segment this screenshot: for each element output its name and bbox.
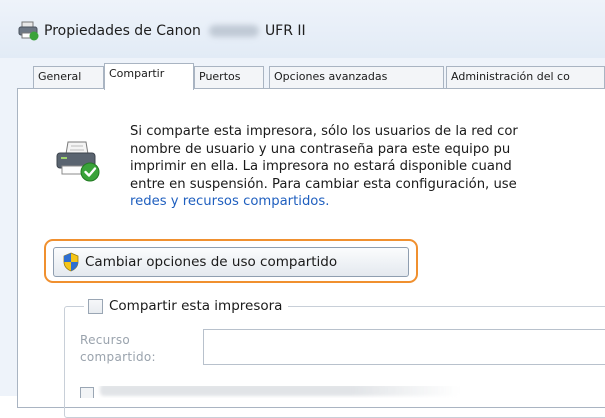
printer-share-icon [56,141,100,182]
window-title-suffix: UFR II [264,23,306,39]
render-print-jobs-row [78,386,478,398]
printer-title-icon [18,21,39,41]
share-name-input[interactable] [203,329,605,365]
share-name-label-line1: Recurso [80,333,131,347]
tab-puertos[interactable]: Puertos [194,66,264,88]
window-titlebar: Propiedades de Canon UFR II [0,0,605,58]
dialog-left-margin [0,58,17,396]
change-sharing-options-label: Cambiar opciones de uso compartido [85,254,338,270]
uac-shield-icon [63,252,79,272]
window-title: Propiedades de Canon UFR II [44,23,306,39]
change-sharing-options-button[interactable]: Cambiar opciones de uso compartido [53,247,409,277]
tab-opciones-avanzadas[interactable]: Opciones avanzadas [269,66,444,88]
render-print-jobs-checkbox[interactable] [80,387,94,398]
info-line: Si comparte esta impresora, sólo los usu… [130,124,518,139]
cropped-option-text [100,386,460,396]
sharing-info-text: Si comparte esta impresora, sólo los usu… [130,123,605,211]
window-title-prefix: Propiedades de Canon [44,23,201,39]
network-sharing-link[interactable]: redes y recursos compartidos. [130,194,329,209]
share-name-label: Recurso compartido: [80,332,156,366]
redacted-model-name [208,25,259,37]
tab-general[interactable]: General [33,66,104,88]
share-name-label-line2: compartido: [80,350,156,364]
share-printer-checkbox[interactable] [88,298,103,314]
info-line: imprimir en ella. La impresora no estará… [130,159,512,174]
share-printer-checkbox-row[interactable]: Compartir esta impresora [84,298,289,314]
info-line: entre en suspensión. Para cambiar esta c… [130,176,517,192]
tab-compartir[interactable]: Compartir [104,63,194,90]
info-line: nombre de usuario y una contraseña para … [130,141,511,157]
share-printer-label: Compartir esta impresora [109,298,283,314]
tab-administracion[interactable]: Administración del co [446,66,605,88]
